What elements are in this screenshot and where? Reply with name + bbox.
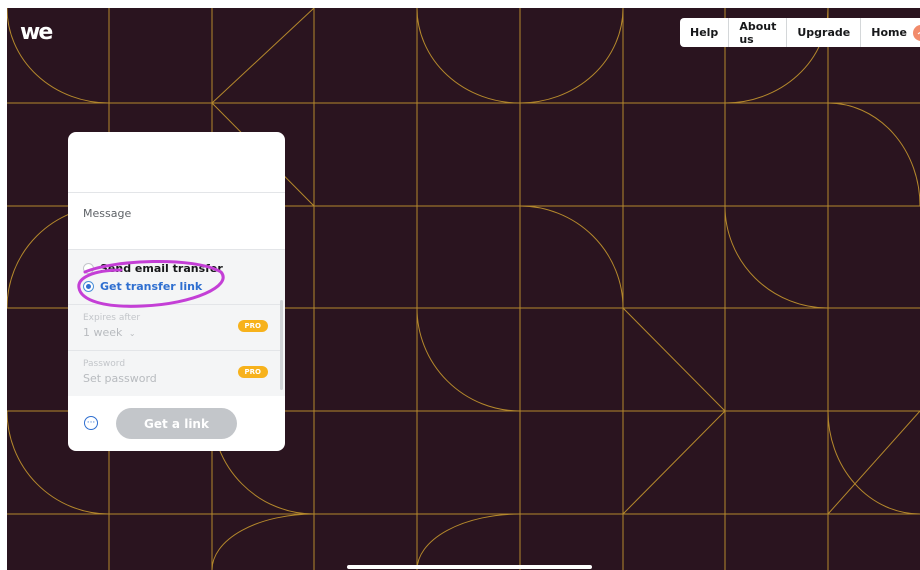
- home-indicator: [347, 565, 592, 569]
- nav-home[interactable]: Home: [861, 18, 920, 47]
- expires-value[interactable]: 1 week ⌄: [83, 326, 136, 339]
- panel-footer: ··· Get a link: [68, 394, 285, 451]
- password-setting[interactable]: Password Set password PRO: [68, 350, 280, 397]
- ellipsis-circle-icon[interactable]: ···: [84, 416, 98, 430]
- nav-home-label: Home: [871, 26, 907, 39]
- password-label: Password: [83, 359, 126, 369]
- nav-about-us[interactable]: About us: [729, 18, 788, 47]
- app-screen: we Help About us Upgrade Home Message Se…: [7, 8, 920, 570]
- expires-value-text: 1 week: [83, 326, 123, 339]
- pro-badge: PRO: [237, 320, 268, 332]
- top-navigation: Help About us Upgrade Home: [680, 18, 920, 47]
- chevron-down-icon: ⌄: [128, 329, 136, 338]
- panel-header-area: [68, 132, 285, 193]
- highlight-annotation: [77, 260, 225, 308]
- message-placeholder: Message: [83, 207, 132, 220]
- message-field[interactable]: Message: [68, 193, 285, 250]
- get-link-button[interactable]: Get a link: [116, 408, 237, 439]
- options-scrollbar[interactable]: [280, 300, 283, 390]
- pro-badge: PRO: [237, 366, 268, 378]
- user-avatar-icon[interactable]: [912, 24, 920, 41]
- nav-help[interactable]: Help: [680, 18, 730, 47]
- password-value[interactable]: Set password: [83, 372, 157, 385]
- nav-upgrade[interactable]: Upgrade: [787, 18, 862, 47]
- wetransfer-logo[interactable]: we: [20, 22, 53, 44]
